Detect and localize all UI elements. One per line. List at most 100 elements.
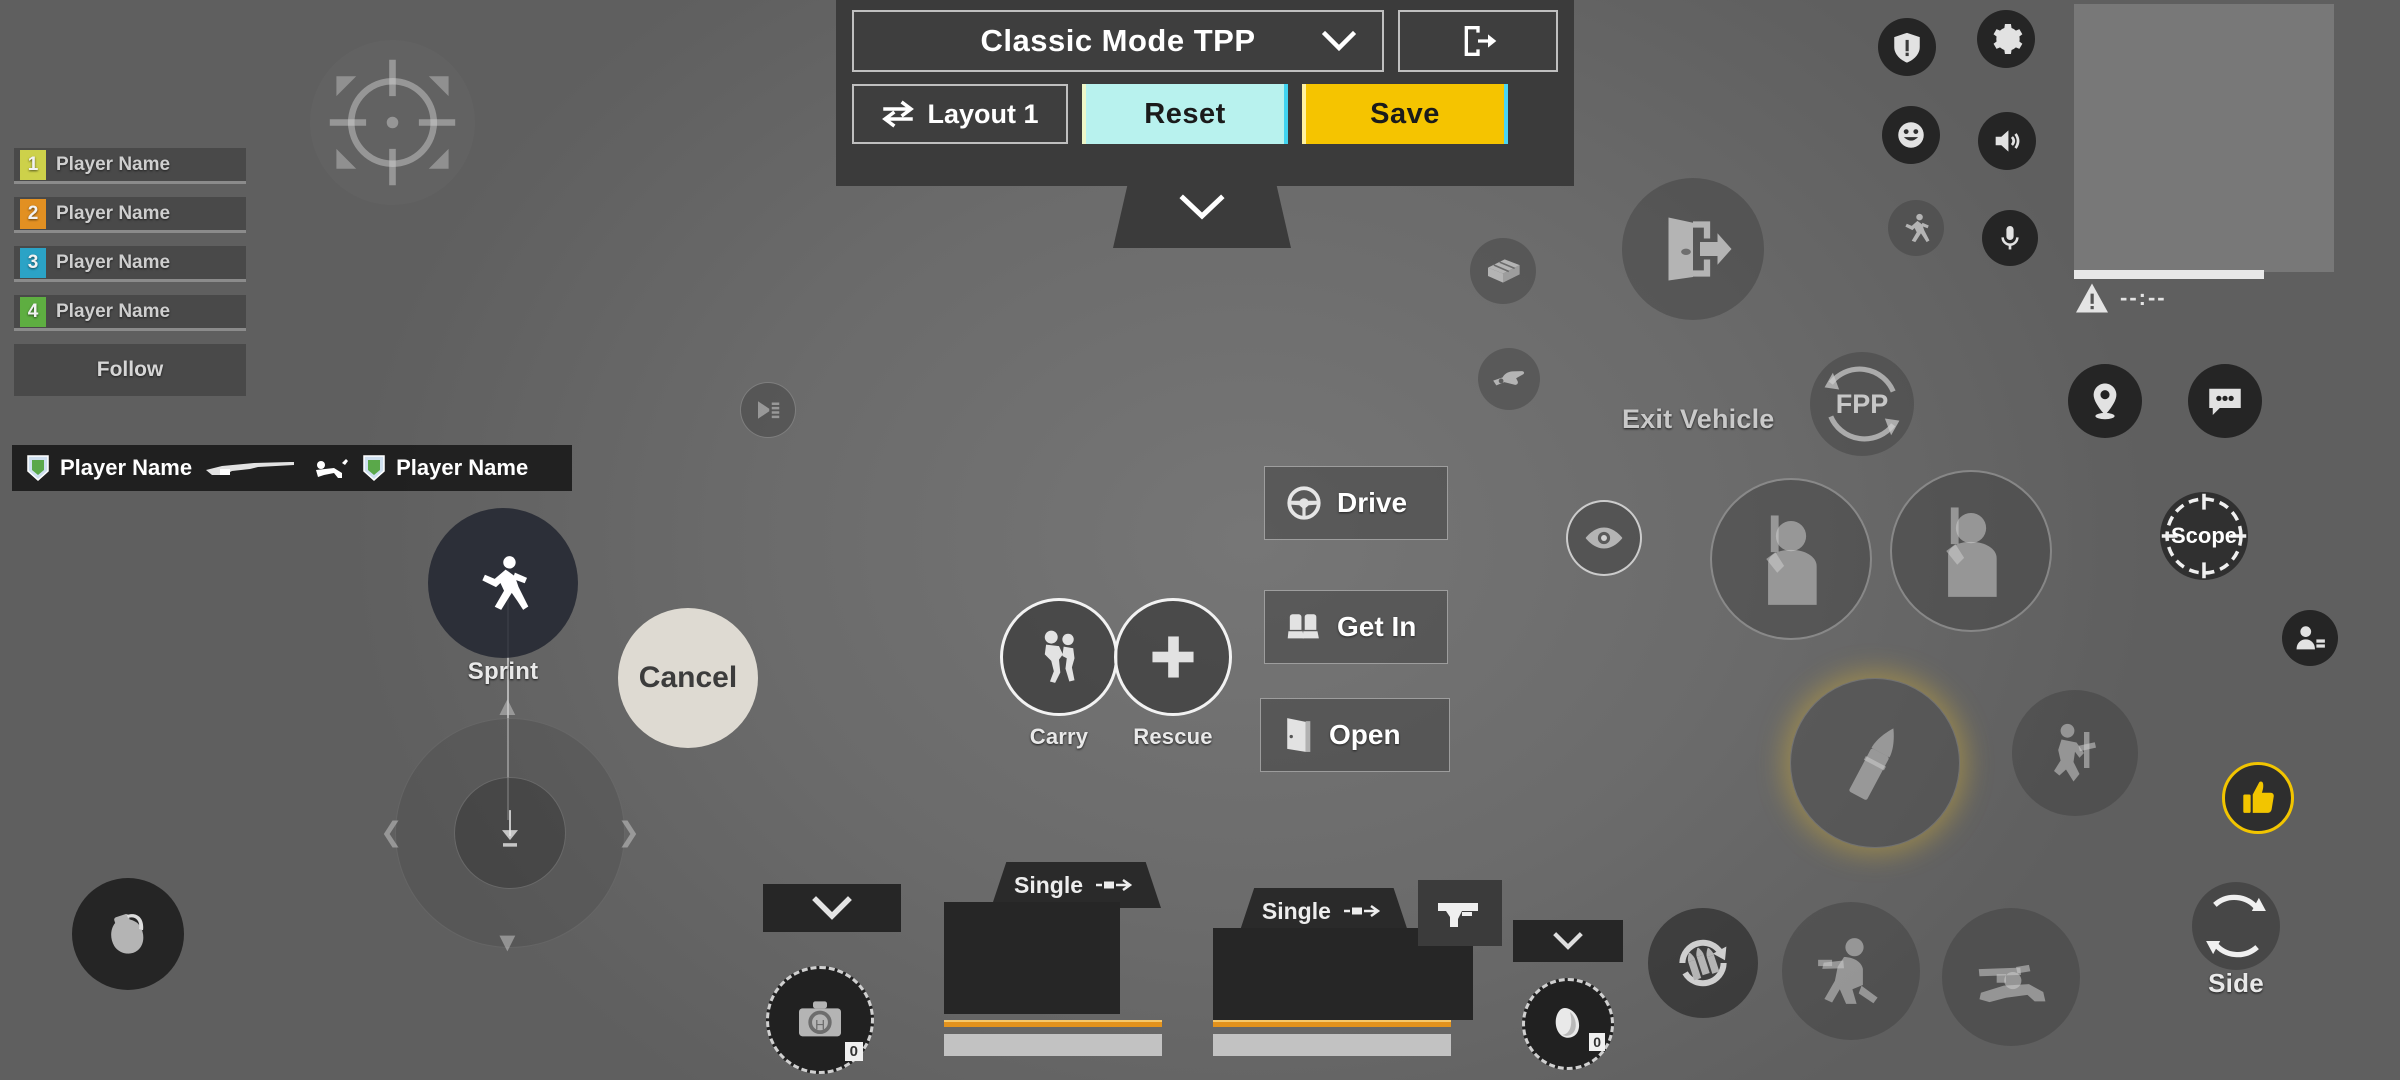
car-seat-icon: [1287, 614, 1319, 639]
cancel-button[interactable]: Cancel: [618, 608, 758, 748]
megaphone-icon[interactable]: [740, 382, 796, 438]
megaphone-glyph: [758, 401, 780, 419]
joystick-down-arrow-icon: ▼: [494, 927, 521, 957]
exit-customize-button[interactable]: [1398, 10, 1558, 72]
toolbar-collapse-button[interactable]: [1113, 186, 1291, 248]
weapon-2-mag-bar: [1213, 1034, 1451, 1056]
list-item[interactable]: 1 Player Name: [14, 148, 246, 184]
weapon-1-ammo-bar: [944, 1020, 1162, 1027]
ammo-button[interactable]: [1790, 678, 1960, 848]
team-member-name: Player Name: [56, 300, 171, 322]
smiley-glyph: [1898, 122, 1924, 148]
aim-area[interactable]: [310, 40, 475, 205]
weapon-slot-1[interactable]: Single: [944, 862, 1208, 1072]
boost-count: 0: [1589, 1033, 1605, 1051]
rescue-label: Rescue: [1133, 724, 1213, 749]
getin-button[interactable]: Get In: [1264, 590, 1448, 664]
list-item[interactable]: 3 Player Name: [14, 246, 246, 282]
list-item[interactable]: 4 Player Name: [14, 295, 246, 331]
chevron-down-icon: [1177, 192, 1227, 222]
peek-rotate-icon: [2206, 894, 2266, 958]
layout-switch-button[interactable]: Layout 1: [852, 84, 1068, 144]
layout-label: Layout 1: [927, 98, 1039, 129]
drive-label: Drive: [1337, 487, 1408, 518]
match-timer: --:--: [2120, 285, 2167, 310]
exit-vehicle-button[interactable]: [1622, 178, 1764, 320]
chat-bubble-icon[interactable]: [2188, 364, 2262, 438]
carry-button[interactable]: [1000, 598, 1118, 716]
list-item[interactable]: 2 Player Name: [14, 197, 246, 233]
eye-icon[interactable]: [1566, 500, 1642, 576]
pistol-icon: [1438, 903, 1478, 927]
gear-icon[interactable]: [1977, 10, 2035, 68]
prone-button[interactable]: [1942, 908, 2080, 1046]
reset-button[interactable]: Reset: [1082, 84, 1288, 144]
medkit-button[interactable]: H 0: [766, 966, 874, 1074]
save-button[interactable]: Save: [1302, 84, 1508, 144]
clan-shield-icon: [27, 455, 49, 482]
bullet-icon: [1849, 728, 1894, 800]
knocked-down-icon: [316, 459, 349, 478]
rifle-icon: [206, 462, 295, 475]
grenade-button[interactable]: [72, 878, 184, 990]
joystick-up-arrow-icon: ▲: [494, 691, 521, 721]
pointing-hand-icon[interactable]: [1478, 348, 1540, 410]
boost-button[interactable]: 0: [1522, 978, 1614, 1070]
chevron-down-icon: [1553, 932, 1583, 950]
players-glyph: [2296, 626, 2325, 650]
player-list-icon[interactable]: [2282, 610, 2338, 666]
minimap[interactable]: [2074, 4, 2334, 272]
sprint-button[interactable]: [428, 508, 578, 658]
speaker-glyph: [1995, 130, 2020, 152]
clan-shield-icon: [363, 455, 385, 482]
fire-button-left[interactable]: [1710, 478, 1872, 640]
jump-button[interactable]: [2012, 690, 2138, 816]
fpp-toggle-button[interactable]: FPP: [1810, 352, 1914, 456]
scope-button[interactable]: Scope: [2160, 492, 2248, 580]
exit-vehicle-icon: [1668, 217, 1732, 281]
gear-glyph: [1993, 24, 2023, 54]
movement-joystick[interactable]: ❮ ❯ ▲ ▼: [380, 691, 640, 957]
bullet-travel-icon: [1343, 904, 1381, 918]
joystick-knob[interactable]: [454, 777, 566, 889]
reload-button[interactable]: [1648, 908, 1758, 1018]
fire-soldier-icon: [1946, 507, 1997, 597]
fire-mode-label: Single: [1261, 897, 1331, 924]
team-member-name: Player Name: [56, 202, 171, 224]
plus-icon: [1152, 636, 1194, 678]
mode-select-label: Classic Mode TPP: [980, 23, 1256, 58]
report-shield-icon[interactable]: [1878, 18, 1936, 76]
crouch-button[interactable]: [1782, 902, 1920, 1040]
boost-expand-button[interactable]: [1513, 920, 1623, 962]
pistol-slot[interactable]: [1418, 880, 1502, 946]
speaker-icon[interactable]: [1978, 112, 2036, 170]
swap-arrows-icon: [881, 100, 915, 128]
vehicle-crate-icon[interactable]: [1470, 238, 1536, 304]
running-man-icon: [482, 556, 529, 610]
exit-door-icon: [1464, 26, 1497, 56]
drive-button[interactable]: Drive: [1264, 466, 1448, 540]
running-glyph: [1905, 213, 1930, 243]
microphone-icon[interactable]: [1982, 210, 2038, 266]
side-peek-button[interactable]: [2192, 882, 2280, 970]
sprint-toggle-icon[interactable]: [1888, 200, 1944, 256]
warning-triangle-icon: [2076, 283, 2108, 313]
shield-alert-glyph: [1894, 32, 1920, 63]
emote-icon[interactable]: [1882, 106, 1940, 164]
map-marker-icon[interactable]: [2068, 364, 2142, 438]
open-button[interactable]: Open: [1260, 698, 1450, 772]
medkit-expand-button[interactable]: [763, 884, 901, 932]
side-label: Side: [2208, 968, 2264, 998]
team-member-name: Player Name: [56, 251, 171, 273]
follow-button[interactable]: Follow: [14, 344, 246, 396]
thumbs-up-button[interactable]: [2222, 762, 2294, 834]
mic-glyph: [2001, 226, 2019, 250]
fpp-label: FPP: [1835, 388, 1889, 419]
open-label: Open: [1329, 719, 1401, 750]
fire-mode-label: Single: [1013, 871, 1083, 898]
rescue-button[interactable]: [1114, 598, 1232, 716]
team-slot-color: 3: [20, 247, 46, 278]
fire-button-right[interactable]: [1890, 470, 2052, 632]
mode-select[interactable]: Classic Mode TPP: [852, 10, 1384, 72]
prone-icon: [1978, 964, 2046, 1003]
